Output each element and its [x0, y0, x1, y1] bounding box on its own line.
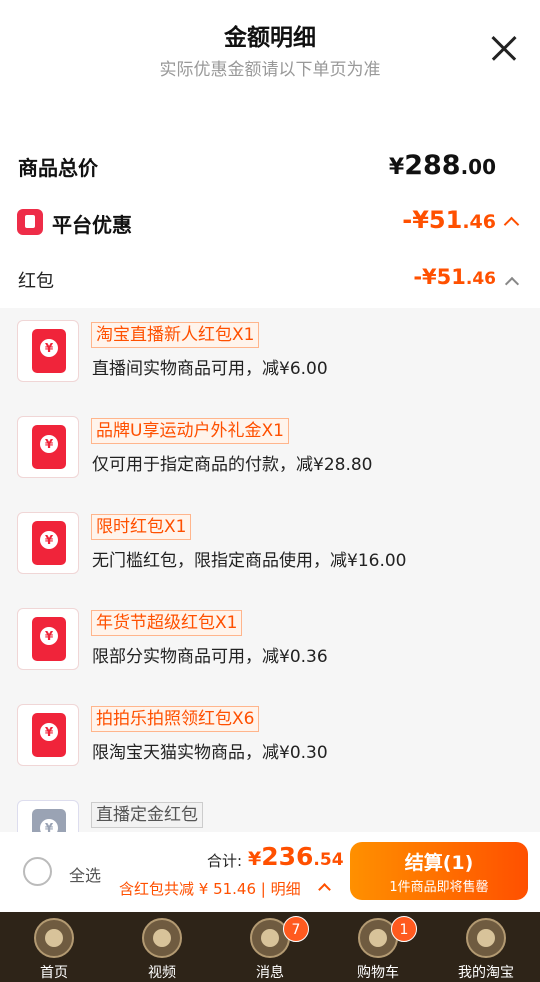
- tab-messages[interactable]: 7 消息: [216, 912, 324, 982]
- close-icon[interactable]: [490, 34, 518, 62]
- red-envelope-icon: ¥: [17, 416, 79, 478]
- chevron-up-icon[interactable]: [318, 883, 331, 896]
- sheet-header: 金额明细 实际优惠金额请以下单页为准: [0, 0, 540, 100]
- red-envelope-icon: ¥: [17, 512, 79, 574]
- coupon-name: 品牌U享运动户外礼金X1: [91, 418, 289, 444]
- sheet-title: 金额明细: [224, 25, 316, 51]
- home-mascot-icon: [34, 918, 74, 958]
- red-envelope-icon: ¥: [17, 704, 79, 766]
- red-packet-amount: -¥51.46: [413, 265, 496, 289]
- red-packet-label: 红包: [18, 271, 54, 292]
- tab-label: 消息: [256, 965, 284, 981]
- tab-label: 首页: [40, 965, 68, 981]
- coupon-desc: 限淘宝天猫实物商品，减¥0.30: [92, 743, 328, 763]
- select-all-checkbox[interactable]: [23, 857, 52, 886]
- cart-badge: 1: [391, 916, 417, 942]
- tab-label: 视频: [148, 965, 176, 981]
- platform-discount-amount: -¥51.46: [402, 206, 496, 234]
- tab-cart[interactable]: 1 购物车: [324, 912, 432, 982]
- my-taobao-heart-icon: [466, 918, 506, 958]
- checkout-button-label: 结算(1): [404, 852, 474, 874]
- platform-discount-label: 平台优惠: [52, 213, 132, 237]
- platform-discount-icon: [17, 209, 43, 235]
- total-price-label: 商品总价: [18, 156, 98, 180]
- coupon-name: 淘宝直播新人红包X1: [91, 322, 260, 348]
- sheet-subtitle: 实际优惠金额请以下单页为准: [159, 60, 381, 80]
- discount-detail-link[interactable]: 含红包共减 ¥ 51.46 | 明细: [119, 878, 301, 899]
- tab-label: 我的淘宝: [458, 965, 514, 981]
- coupon-item: ¥ 年货节超级红包X1 限部分实物商品可用，减¥0.36: [0, 608, 540, 698]
- checkout-button-sublabel: 1件商品即将售罄: [389, 880, 489, 895]
- coupon-item: ¥ 淘宝直播新人红包X1 直播间实物商品可用，减¥6.00: [0, 320, 540, 410]
- tab-video[interactable]: 视频: [108, 912, 216, 982]
- chevron-up-icon[interactable]: [503, 216, 520, 233]
- coupon-desc: 限部分实物商品可用，减¥0.36: [92, 647, 328, 667]
- tab-my-taobao[interactable]: 我的淘宝: [432, 912, 540, 982]
- select-all-label[interactable]: 全选: [69, 862, 101, 886]
- checkout-bar: 全选 合计: ¥236.54 含红包共减 ¥ 51.46 | 明细 结算(1) …: [0, 832, 540, 912]
- deposit-envelope-icon: ¥: [17, 800, 79, 832]
- chevron-up-icon[interactable]: [504, 276, 520, 292]
- video-mascot-icon: [142, 918, 182, 958]
- total-price-value: ¥288.00: [388, 150, 496, 181]
- message-badge: 7: [283, 916, 309, 942]
- sum-label: 合计:: [207, 852, 243, 870]
- sum-price: ¥236.54: [248, 842, 344, 871]
- coupon-name: 直播定金红包: [91, 802, 203, 828]
- coupon-item: ¥ 直播定金红包: [0, 800, 540, 832]
- tab-home[interactable]: 首页: [0, 912, 108, 982]
- coupon-list: ¥ 淘宝直播新人红包X1 直播间实物商品可用，减¥6.00 ¥ 品牌U享运动户外…: [0, 308, 540, 832]
- coupon-desc: 直播间实物商品可用，减¥6.00: [92, 359, 328, 379]
- coupon-item: ¥ 品牌U享运动户外礼金X1 仅可用于指定商品的付款，减¥28.80: [0, 416, 540, 506]
- bottom-tab-bar: 首页 视频 7 消息 1 购物车 我的淘宝: [0, 912, 540, 982]
- coupon-item: ¥ 限时红包X1 无门槛红包，限指定商品使用，减¥16.00: [0, 512, 540, 602]
- red-envelope-icon: ¥: [17, 608, 79, 670]
- red-packet-row[interactable]: 红包 -¥51.46: [0, 265, 540, 297]
- platform-discount-row[interactable]: 平台优惠 -¥51.46: [0, 206, 540, 239]
- red-envelope-icon: ¥: [17, 320, 79, 382]
- coupon-name: 年货节超级红包X1: [91, 610, 243, 636]
- coupon-name: 拍拍乐拍照领红包X6: [91, 706, 260, 732]
- coupon-desc: 仅可用于指定商品的付款，减¥28.80: [92, 455, 373, 475]
- total-price-row: 商品总价 ¥288.00: [0, 150, 540, 188]
- tab-label: 购物车: [357, 965, 399, 981]
- coupon-item: ¥ 拍拍乐拍照领红包X6 限淘宝天猫实物商品，减¥0.30: [0, 704, 540, 794]
- coupon-name: 限时红包X1: [91, 514, 192, 540]
- coupon-desc: 无门槛红包，限指定商品使用，减¥16.00: [92, 551, 407, 571]
- checkout-button[interactable]: 结算(1) 1件商品即将售罄: [350, 842, 528, 900]
